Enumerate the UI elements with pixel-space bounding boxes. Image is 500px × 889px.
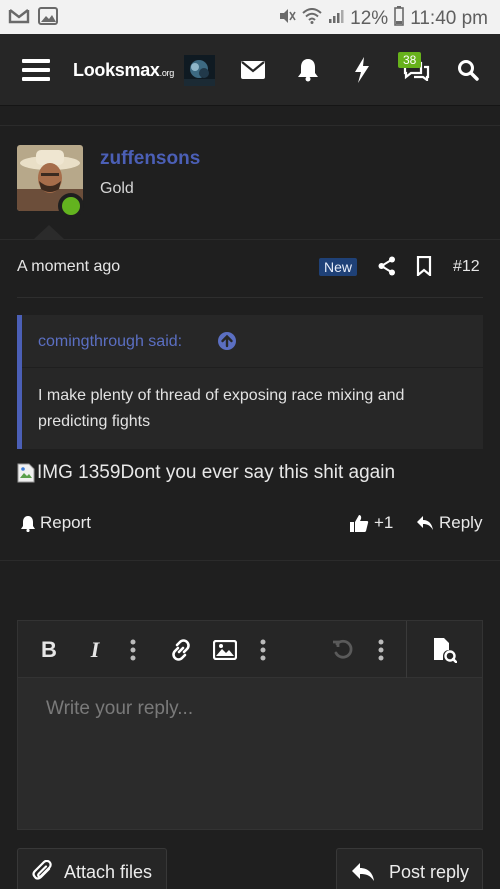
wifi-icon xyxy=(302,8,322,30)
vertical-ellipsis-icon xyxy=(260,639,266,660)
link-icon xyxy=(172,638,190,661)
share-button[interactable] xyxy=(378,256,396,281)
divider xyxy=(0,560,500,561)
site-logo[interactable]: Looksmax.org xyxy=(73,34,175,106)
alerts-button[interactable] xyxy=(293,34,323,106)
attach-files-button[interactable]: Attach files xyxy=(17,848,167,889)
whats-new-button[interactable] xyxy=(347,34,377,106)
vertical-ellipsis-icon xyxy=(378,639,384,660)
editor-toolbar: B I xyxy=(18,621,482,678)
post-author-title: Gold xyxy=(100,180,134,197)
gmail-icon xyxy=(8,7,30,30)
divider xyxy=(0,239,500,240)
more-options-button[interactable] xyxy=(370,621,392,678)
post-number[interactable]: #12 xyxy=(453,258,480,276)
reply-button[interactable]: Reply xyxy=(416,513,482,533)
thumbs-up-icon xyxy=(350,514,369,532)
bookmark-icon xyxy=(416,255,432,278)
top-navbar: Looksmax.org 38 xyxy=(0,34,500,106)
gallery-icon xyxy=(38,7,58,30)
image-icon xyxy=(213,639,237,660)
bold-button[interactable]: B xyxy=(32,621,66,678)
quote-block: comingthrough said: I make plenty of thr… xyxy=(17,315,483,449)
logo-suffix-text: .org xyxy=(159,67,175,78)
more-insert-options-button[interactable] xyxy=(252,621,274,678)
post-reply-button[interactable]: Post reply xyxy=(336,848,483,889)
undo-button[interactable] xyxy=(328,621,358,678)
new-badge: New xyxy=(319,258,358,276)
insert-link-button[interactable] xyxy=(164,621,198,678)
online-status-indicator xyxy=(58,193,84,219)
arrow-up-circle-icon xyxy=(218,332,236,350)
reply-textarea[interactable]: Write your reply... xyxy=(18,678,482,829)
insert-image-button[interactable] xyxy=(208,621,242,678)
signal-icon xyxy=(328,8,344,30)
report-button[interactable]: Report xyxy=(20,513,91,533)
post-message: IMG 1359 Dont you ever say this shit agai… xyxy=(17,462,395,484)
post-author-username[interactable]: zuffensons xyxy=(100,148,200,170)
lightning-icon xyxy=(355,57,369,83)
reply-placeholder: Write your reply... xyxy=(46,698,194,719)
italic-icon: I xyxy=(90,636,100,662)
post-pointer-arrow xyxy=(34,225,64,239)
post-timestamp[interactable]: A moment ago xyxy=(17,258,120,276)
status-bar: 12% 11:40 pm xyxy=(0,0,500,34)
bookmark-button[interactable] xyxy=(416,255,432,281)
account-avatar-button[interactable] xyxy=(183,34,215,106)
divider xyxy=(0,125,500,126)
search-button[interactable] xyxy=(453,34,483,106)
document-search-icon xyxy=(434,637,457,663)
bell-icon xyxy=(21,515,35,532)
quote-text: I make plenty of thread of exposing race… xyxy=(38,387,405,430)
post-message-text: Dont you ever say this shit again xyxy=(120,462,396,483)
reply-arrow-icon xyxy=(352,863,374,881)
battery-icon xyxy=(394,6,404,32)
image-alt-text: IMG 1359 xyxy=(37,462,121,483)
quote-author[interactable]: comingthrough said: xyxy=(38,333,182,351)
like-count: +1 xyxy=(374,513,394,532)
clock: 11:40 pm xyxy=(410,8,488,29)
preview-button[interactable] xyxy=(424,621,464,678)
vertical-ellipsis-icon xyxy=(130,639,136,660)
menu-icon xyxy=(22,59,50,81)
post-reply-label: Post reply xyxy=(389,861,470,882)
toolbar-divider xyxy=(406,621,407,678)
italic-button[interactable]: I xyxy=(78,621,112,678)
search-icon xyxy=(458,60,479,81)
account-avatar xyxy=(183,54,215,86)
go-to-quoted-post-button[interactable] xyxy=(217,331,237,356)
hamburger-menu-button[interactable] xyxy=(16,34,56,106)
reply-arrow-icon xyxy=(417,516,433,530)
attach-files-label: Attach files xyxy=(64,861,153,882)
bold-icon: B xyxy=(41,636,57,662)
mute-icon xyxy=(278,7,296,31)
paperclip-icon xyxy=(32,860,52,880)
reply-editor: B I Write your reply... xyxy=(17,620,483,830)
quote-header: comingthrough said: xyxy=(22,315,483,368)
bell-icon xyxy=(298,59,318,82)
share-icon xyxy=(378,256,395,276)
conversations-count-badge: 38 xyxy=(398,52,422,68)
inbox-button[interactable] xyxy=(238,34,268,106)
like-button[interactable]: +1 xyxy=(349,513,393,533)
battery-percent: 12% xyxy=(350,8,389,29)
broken-image-icon xyxy=(17,463,35,483)
conversations-button[interactable] xyxy=(400,34,432,106)
envelope-icon xyxy=(241,61,265,79)
more-text-options-button[interactable] xyxy=(122,621,144,678)
reply-label: Reply xyxy=(439,513,483,532)
divider xyxy=(17,297,483,298)
report-label: Report xyxy=(40,513,92,532)
undo-icon xyxy=(333,639,353,659)
logo-main-text: Looksmax xyxy=(73,59,160,80)
